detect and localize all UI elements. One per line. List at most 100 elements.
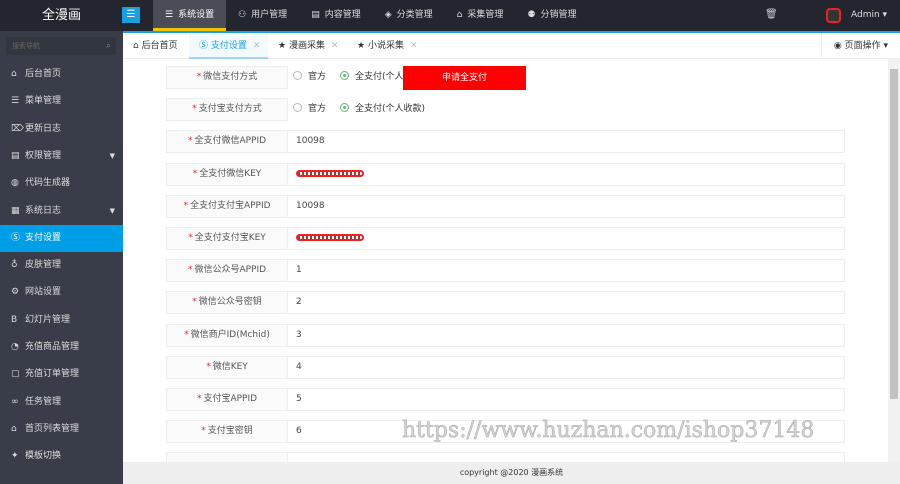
sidebar-item-label: 幻灯片管理 bbox=[25, 314, 71, 325]
sidebar-item-13[interactable]: ⌂ 首页列表管理 bbox=[0, 416, 123, 443]
admin-menu[interactable]: Admin ▾ bbox=[851, 0, 887, 31]
tab-label: 漫画采集 bbox=[288, 41, 325, 51]
sidebar-item-8[interactable]: ⚙ 网站设置 bbox=[0, 279, 123, 306]
nav-label: 系统设置 bbox=[178, 10, 215, 20]
tab-label: 后台首页 bbox=[141, 41, 178, 51]
scrollbar-thumb[interactable] bbox=[890, 69, 898, 399]
label-text: 微信KEY bbox=[212, 361, 248, 372]
close-icon[interactable]: ✕ bbox=[331, 41, 339, 51]
radio-label: 官方 bbox=[308, 104, 327, 115]
redacted-value bbox=[296, 169, 364, 177]
tab-icon: ★ bbox=[278, 41, 287, 51]
label-text: 微信公众号密钥 bbox=[198, 297, 262, 308]
sidebar-item-9[interactable]: B 幻灯片管理 bbox=[0, 307, 123, 334]
sidebar-item-icon: ▦ bbox=[11, 205, 20, 216]
input-value: 1 bbox=[296, 265, 302, 276]
tab-icon: Ⓢ bbox=[199, 41, 209, 51]
sidebar-toggle-button[interactable]: ☰ bbox=[122, 7, 140, 23]
form-input[interactable] bbox=[287, 227, 845, 250]
sidebar-item-label: 系统日志 bbox=[25, 205, 62, 216]
tab-0[interactable]: ⌂ 后台首页 bbox=[123, 33, 189, 59]
form-row: * 微信商户ID(Mchid) 3 bbox=[166, 323, 845, 347]
top-nav: ☰ 系统设置 ⚇ 用户管理 ▤ 内容管理 ◈ 分类管理 ⌂ 采集管理 ⚉ 分销管理 bbox=[153, 0, 588, 31]
scrollbar[interactable] bbox=[888, 59, 900, 462]
sidebar-item-14[interactable]: ✦ 模板切换 bbox=[0, 443, 123, 470]
form-input[interactable]: 10098 bbox=[287, 130, 845, 154]
clear-cache-icon[interactable]: 🗑 bbox=[765, 9, 778, 20]
form-input[interactable]: 3 bbox=[287, 323, 845, 347]
form-input[interactable]: 10098 bbox=[287, 194, 845, 218]
sidebar-item-3[interactable]: ▤ 权限管理 ▼ bbox=[0, 143, 123, 170]
sidebar-item-label: 充值订单管理 bbox=[25, 369, 80, 380]
nav-item-5[interactable]: ⚉ 分销管理 bbox=[515, 0, 588, 31]
sidebar-item-1[interactable]: ☰ 菜单管理 bbox=[0, 88, 123, 115]
sidebar-item-10[interactable]: ◔ 充值商品管理 bbox=[0, 334, 123, 361]
sidebar-item-0[interactable]: ⌂ 后台首页 bbox=[0, 61, 123, 88]
radio-label: 全支付(个人收款) bbox=[355, 104, 426, 115]
form-label: * 微信商户ID(Mchid) bbox=[166, 323, 288, 347]
apply-quanzhifu-button[interactable]: 申请全支付 bbox=[403, 66, 526, 90]
sidebar-item-4[interactable]: ◍ 代码生成器 bbox=[0, 170, 123, 197]
sidebar-item-2[interactable]: ⌦更新日志 bbox=[0, 116, 123, 143]
radio-option[interactable]: 全支付(个人收款) bbox=[340, 102, 425, 117]
nav-item-4[interactable]: ⌂ 采集管理 bbox=[445, 0, 516, 31]
tab-icon: ⌂ bbox=[133, 41, 139, 51]
form-label bbox=[166, 452, 288, 462]
form-input[interactable] bbox=[287, 452, 845, 462]
sidebar-item-label: 支付设置 bbox=[25, 232, 62, 243]
sidebar-item-7[interactable]: ♁ 皮肤管理 bbox=[0, 252, 123, 279]
payment-settings-form: * 微信支付方式 官方 全支付(个人收款) * 支付宝支付方式 官方 全支付(个人收款) * 全支… bbox=[123, 59, 888, 462]
form-label: * 微信KEY bbox=[166, 355, 288, 379]
form-label: * 支付宝APPID bbox=[166, 388, 288, 411]
sidebar-item-11[interactable]: ▢ 充值订单管理 bbox=[0, 361, 123, 388]
page-operations-dropdown[interactable]: ◉ 页面操作 ▾ bbox=[820, 33, 900, 59]
nav-item-2[interactable]: ▤ 内容管理 bbox=[299, 0, 373, 31]
nav-item-0[interactable]: ☰ 系统设置 bbox=[153, 0, 227, 31]
sidebar-item-icon: ⌂ bbox=[11, 423, 17, 434]
form-row: * 全支付微信KEY bbox=[166, 162, 845, 186]
sidebar-item-icon: ♁ bbox=[11, 260, 18, 271]
close-icon[interactable]: ✕ bbox=[410, 41, 418, 51]
form-label: * 全支付支付宝KEY bbox=[166, 227, 288, 250]
search-icon[interactable]: ⌕ bbox=[106, 37, 111, 55]
sidebar-search-input[interactable]: 搜索导航 ⌕ bbox=[6, 37, 116, 55]
sidebar-item-icon: ☰ bbox=[11, 96, 20, 107]
watermark: https://www.huzhan.com/ishop37148 bbox=[402, 418, 815, 444]
form-label: * 支付宝密钥 bbox=[166, 420, 288, 444]
sidebar-item-icon: ⌦ bbox=[11, 123, 24, 134]
nav-label: 采集管理 bbox=[467, 10, 504, 20]
sidebar-item-5[interactable]: ▦ 系统日志 ▼ bbox=[0, 198, 123, 225]
form-input[interactable] bbox=[287, 162, 845, 186]
form-input[interactable]: 2 bbox=[287, 291, 845, 315]
form-row bbox=[166, 452, 845, 462]
users-icon: ⚉ bbox=[527, 10, 536, 20]
layers-icon: ◈ bbox=[384, 10, 392, 20]
nav-item-3[interactable]: ◈ 分类管理 bbox=[373, 0, 445, 31]
close-icon[interactable]: ✕ bbox=[253, 41, 261, 51]
top-bar: 全漫画 ☰ ☰ 系统设置 ⚇ 用户管理 ▤ 内容管理 ◈ 分类管理 ⌂ 采集管理 ⚉ 分销管理 🗑 A… bbox=[0, 0, 900, 31]
form-input[interactable]: 4 bbox=[287, 355, 845, 379]
sidebar-item-6[interactable]: Ⓢ 支付设置 bbox=[0, 224, 123, 252]
chevron-down-icon: ▼ bbox=[109, 151, 115, 160]
avatar[interactable] bbox=[826, 8, 841, 23]
tab-icon: ★ bbox=[357, 41, 366, 51]
tab-2[interactable]: ★ 漫画采集 ✕ bbox=[268, 33, 347, 59]
sidebar-item-12[interactable]: ∞ 任务管理 bbox=[0, 389, 123, 416]
tab-1[interactable]: Ⓢ 支付设置 ✕ bbox=[189, 33, 268, 59]
label-text: 全支付支付宝KEY bbox=[194, 233, 266, 243]
form-input[interactable]: 5 bbox=[287, 388, 845, 411]
nav-item-1[interactable]: ⚇ 用户管理 bbox=[226, 0, 299, 31]
sidebar-item-label: 代码生成器 bbox=[25, 178, 71, 189]
tab-3[interactable]: ★ 小说采集 ✕ bbox=[347, 33, 426, 59]
form-label: * 全支付微信APPID bbox=[166, 130, 288, 154]
form-label: * 支付宝支付方式 bbox=[166, 98, 288, 122]
sidebar-item-icon: ∞ bbox=[11, 396, 19, 407]
radio-option[interactable]: 官方 bbox=[293, 70, 326, 85]
form-label: * 全支付微信KEY bbox=[166, 162, 288, 186]
sidebar-item-label: 皮肤管理 bbox=[25, 260, 62, 271]
form-input[interactable]: 1 bbox=[287, 259, 845, 283]
radio-option[interactable]: 官方 bbox=[293, 102, 326, 117]
chevron-down-icon: ▼ bbox=[109, 206, 115, 215]
doc-icon: ▤ bbox=[311, 10, 320, 20]
input-value: 3 bbox=[296, 329, 302, 340]
